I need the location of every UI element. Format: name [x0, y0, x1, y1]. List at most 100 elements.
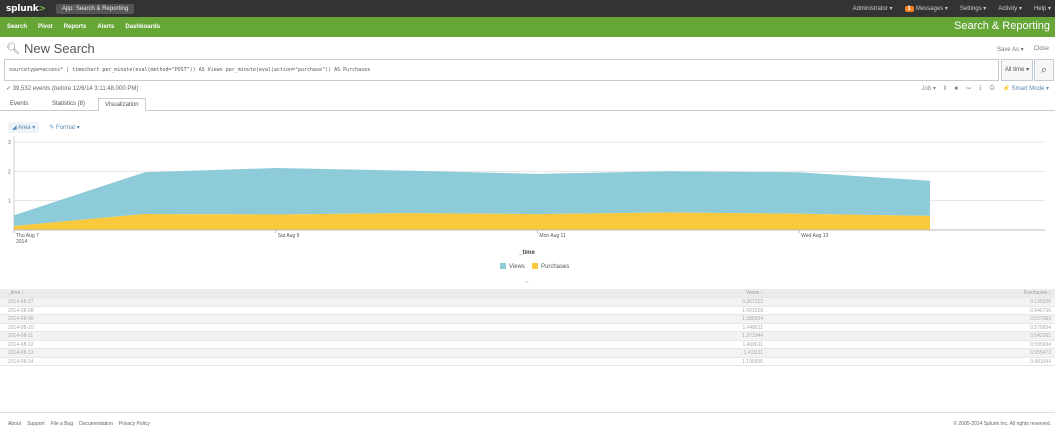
views-cell: 1.408611 [742, 341, 763, 348]
time-header-label: _time [8, 290, 21, 296]
legend-views-swatch [500, 263, 506, 269]
footer-link-support[interactable]: Support [27, 421, 45, 427]
views-header-label: Views [745, 290, 760, 296]
messages-menu[interactable]: 1 Messages ▾ [904, 5, 948, 12]
chart-type-label: Area [17, 125, 31, 131]
views-cell: 1.448611 [742, 324, 763, 331]
tab-events[interactable]: Events [4, 98, 34, 111]
chart-type-button[interactable]: ◢ Area ▾ [8, 122, 40, 133]
viz-toolbar: ◢ Area ▾ ✎ Format ▾ [8, 122, 84, 133]
legend-purchases-label[interactable]: Purchases [541, 264, 569, 270]
save-as-button[interactable]: Save As ▾ [997, 46, 1024, 53]
copyright: © 2005-2014 Splunk Inc. All rights reser… [953, 421, 1051, 427]
area-chart: 123Thu Aug 72014Sat Aug 9 Mon Aug 11 Wed A… [8, 136, 1045, 284]
system-bar: splunk> App: Search & Reporting Administ… [0, 0, 1055, 17]
footer-link-documentation[interactable]: Documentation [79, 421, 113, 427]
share-icon[interactable]: ↪ [966, 85, 971, 92]
time-cell: 2014-08-07 [8, 299, 34, 305]
print-icon[interactable]: ⎙ [990, 85, 995, 92]
purchases-area[interactable] [14, 212, 930, 231]
search-icon: 🔍︎ [6, 43, 20, 55]
time-cell: 2014-08-09 [8, 316, 34, 322]
job-label: Job [921, 86, 932, 92]
admin-label: Administrator [852, 6, 888, 12]
column-header-views[interactable]: Views ↕ [746, 290, 763, 296]
footer-link-about[interactable]: About [8, 421, 21, 427]
app-menu[interactable]: App: Search & Reporting [55, 3, 135, 14]
help-menu[interactable]: Help ▾ [1034, 5, 1051, 12]
nav-pivot[interactable]: Pivot [38, 24, 53, 30]
time-cell: 2014-08-14 [8, 358, 34, 365]
magnifier-icon: ⌕ [1040, 64, 1048, 76]
activity-menu[interactable]: Activity ▾ [998, 5, 1022, 12]
logo-text: splunk [6, 3, 39, 14]
views-cell: 1.585694 [742, 316, 763, 322]
activity-label: Activity [998, 6, 1018, 12]
settings-menu[interactable]: Settings ▾ [960, 5, 986, 12]
table-row[interactable]: 2014-08-07 0.367222 0.135028 [0, 298, 1055, 307]
column-header-purchases[interactable]: Purchases ↕ [1023, 290, 1051, 296]
table-row[interactable]: 2014-08-14 1.195556 0.481944 [0, 358, 1055, 366]
purchases-cell: 0.555472 [1030, 350, 1051, 356]
footer-links: About Support File a Bug Documentation P… [8, 421, 150, 427]
views-cell: 1.421528 [742, 307, 763, 314]
stop-icon[interactable]: ■ [954, 86, 958, 92]
purchases-cell: 0.542361 [1030, 333, 1051, 339]
app-nav: Search Pivot Reports Alerts Dashboards [0, 24, 160, 30]
time-range-label: All time [1004, 67, 1025, 73]
x-tick-label: Sat Aug 9 [278, 233, 300, 239]
views-cell: 0.367222 [742, 299, 763, 305]
table-row[interactable]: 2014-08-09 1.585694 0.527083 [0, 315, 1055, 324]
format-button[interactable]: ✎ Format ▾ [45, 122, 83, 133]
purchases-cell: 0.527083 [1030, 316, 1051, 322]
column-header-time[interactable]: _time ↕ [8, 290, 24, 296]
table-row[interactable]: 2014-08-11 1.371944 0.542361 [0, 332, 1055, 341]
time-range-picker[interactable]: All time ▾ [1001, 59, 1033, 81]
nav-reports[interactable]: Reports [64, 24, 87, 30]
views-cell: 1.195556 [742, 358, 763, 365]
table-row[interactable]: 2014-08-12 1.408611 0.595694 [0, 341, 1055, 349]
job-menu[interactable]: Job ▾ [922, 85, 936, 92]
resize-handle-icon[interactable]: ≡ [525, 279, 528, 284]
tab-visualization[interactable]: Visualization [98, 98, 146, 111]
x-axis-label: _time [518, 250, 535, 256]
views-cell: 1.371944 [742, 333, 763, 339]
close-button[interactable]: Close [1034, 46, 1049, 53]
statistics-table: _time ↕ Views ↕ Purchases ↕ 2014-08-07 0.… [0, 289, 1055, 366]
y-tick-label: 2 [8, 169, 11, 175]
nav-dashboards[interactable]: Dashboards [125, 24, 160, 30]
footer-link-privacy[interactable]: Privacy Policy [119, 421, 150, 427]
purchases-cell: 0.595694 [1030, 341, 1051, 348]
table-header: _time ↕ Views ↕ Purchases ↕ [0, 289, 1055, 298]
time-cell: 2014-08-13 [8, 350, 34, 356]
search-button[interactable]: ⌕ [1034, 59, 1054, 81]
job-controls: Job ▾ ‖ ■ ↪ ⤓ ⎙ ⚡ Smart Mode ▾ [922, 85, 1050, 92]
search-mode-menu[interactable]: ⚡ Smart Mode ▾ [1002, 85, 1049, 92]
settings-label: Settings [959, 6, 982, 12]
footer-link-file-bug[interactable]: File a Bug [51, 421, 74, 427]
nav-alerts[interactable]: Alerts [97, 24, 114, 30]
table-row[interactable]: 2014-08-10 1.448611 0.575694 [0, 324, 1055, 332]
table-row[interactable]: 2014-08-08 1.421528 0.546736 [0, 307, 1055, 315]
system-menu: Administrator ▾ 1 Messages ▾ Settings ▾ A… [852, 0, 1051, 17]
logo-chevron-icon: > [38, 3, 46, 14]
nav-search[interactable]: Search [7, 24, 27, 30]
help-label: Help [1033, 6, 1047, 12]
legend-views-label[interactable]: Views [509, 264, 525, 270]
purchases-header-label: Purchases [1023, 290, 1048, 296]
pause-icon[interactable]: ‖ [944, 86, 946, 92]
tab-statistics[interactable]: Statistics (8) [46, 98, 91, 111]
splunk-logo[interactable]: splunk> [0, 4, 46, 14]
y-tick-label: 3 [8, 140, 11, 146]
search-query-input[interactable]: sourcetype=access* | timechart per_minut… [4, 59, 999, 81]
page-title-text: New Search [23, 41, 95, 56]
search-mode-label: Smart Mode [1011, 86, 1045, 92]
purchases-cell: 0.481944 [1030, 358, 1051, 365]
admin-menu[interactable]: Administrator ▾ [852, 5, 892, 12]
header-actions: Save As ▾ Close [997, 46, 1049, 53]
table-row[interactable]: 2014-08-13 1.411111 0.555472 [0, 349, 1055, 358]
export-icon[interactable]: ⤓ [979, 85, 982, 92]
purchases-cell: 0.546736 [1030, 307, 1051, 314]
messages-count-badge: 1 [904, 6, 914, 12]
legend-purchases-swatch [532, 263, 538, 269]
